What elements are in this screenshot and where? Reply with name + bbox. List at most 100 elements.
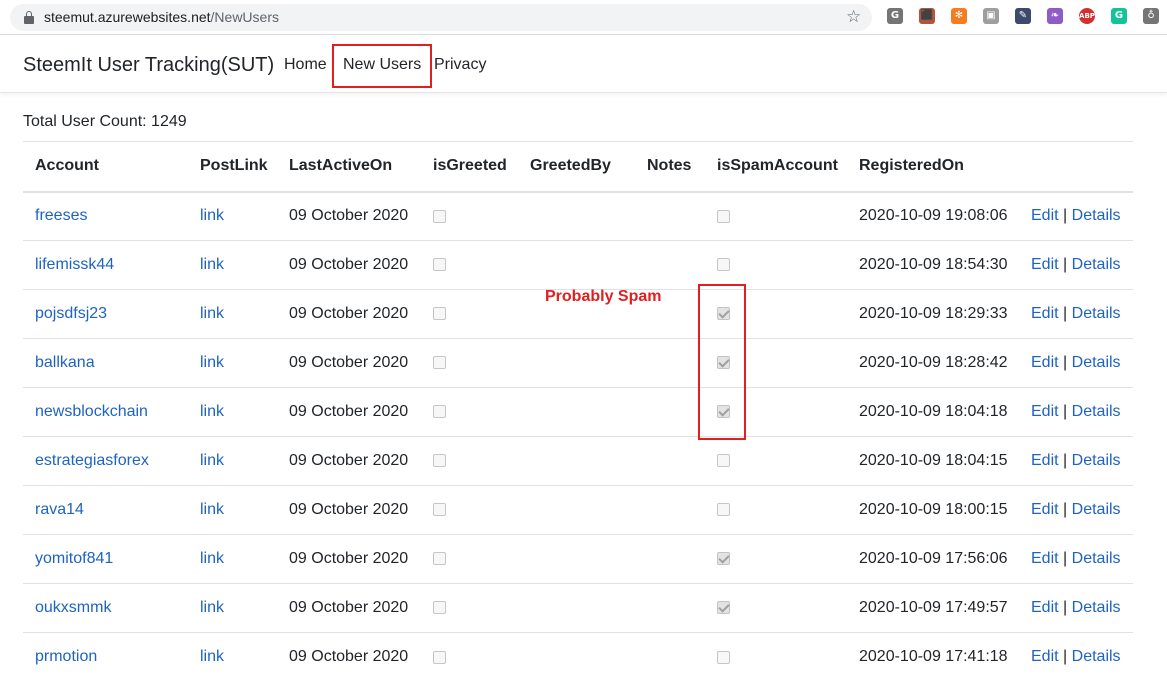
is-spam-checkbox	[717, 258, 730, 272]
edit-link[interactable]: Edit	[1031, 452, 1059, 469]
account-link[interactable]: pojsdfsj23	[35, 305, 107, 322]
table-header-row: Account PostLink LastActiveOn isGreeted …	[23, 141, 1133, 193]
cell-notes	[635, 534, 705, 584]
screen-icon[interactable]: ▣	[983, 8, 999, 24]
edit-link[interactable]: Edit	[1031, 599, 1059, 616]
account-link[interactable]: newsblockchain	[35, 403, 148, 420]
brand-link[interactable]: SteemIt User Tracking(SUT)	[23, 54, 274, 77]
action-separator: |	[1063, 648, 1068, 666]
post-link[interactable]: link	[200, 403, 224, 420]
cell-registered-on: 2020-10-09 19:08:06	[859, 207, 1008, 225]
edit-link[interactable]: Edit	[1031, 256, 1059, 273]
cell-is-greeted	[421, 485, 518, 535]
edit-link[interactable]: Edit	[1031, 550, 1059, 567]
cell-registered-on: 2020-10-09 17:41:18	[847, 632, 1019, 681]
details-link[interactable]: Details	[1072, 256, 1121, 273]
cell-greeted-by	[518, 534, 635, 584]
details-link[interactable]: Details	[1072, 305, 1121, 322]
is-spam-checkbox	[717, 209, 730, 223]
action-separator: |	[1063, 403, 1068, 420]
pdf-icon[interactable]: ⬛	[919, 8, 935, 24]
cell-is-greeted	[421, 338, 518, 388]
header-isgreeted: isGreeted	[421, 141, 518, 193]
bulb-icon[interactable]: ♁	[1143, 8, 1159, 24]
cell-notes	[635, 338, 705, 388]
orange-circle-icon[interactable]: ✻	[951, 8, 967, 24]
edit-link[interactable]: Edit	[1031, 305, 1059, 322]
grammarly-icon[interactable]: G	[1111, 8, 1127, 24]
post-link[interactable]: link	[200, 648, 224, 665]
total-user-count: Total User Count: 1249	[23, 113, 187, 130]
edit-link[interactable]: Edit	[1031, 354, 1059, 371]
header-isspamaccount: isSpamAccount	[705, 141, 847, 193]
nav-home[interactable]: Home	[284, 56, 327, 74]
account-link[interactable]: estrategiasforex	[35, 452, 149, 469]
details-link[interactable]: Details	[1072, 550, 1121, 567]
cell-postlink: link	[188, 192, 277, 241]
cell-is-greeted	[421, 240, 518, 290]
post-link[interactable]: link	[200, 599, 224, 616]
header-greetedby: GreetedBy	[518, 141, 635, 193]
cell-actions: Edit | Details	[1019, 338, 1133, 388]
action-separator: |	[1063, 354, 1068, 371]
lock-icon[interactable]	[24, 11, 34, 24]
action-separator: |	[1063, 550, 1068, 567]
cell-postlink: link	[188, 534, 277, 584]
post-link[interactable]: link	[200, 550, 224, 567]
bookmark-star-icon[interactable]: ☆	[846, 7, 861, 27]
post-link[interactable]: link	[200, 207, 224, 224]
cell-is-greeted	[421, 534, 518, 584]
cell-is-greeted	[421, 387, 518, 437]
account-link[interactable]: lifemissk44	[35, 256, 114, 273]
cell-registered-on: 2020-10-09 18:29:33	[847, 289, 1019, 339]
account-link[interactable]: freeses	[35, 207, 87, 224]
account-link[interactable]: ballkana	[35, 354, 95, 371]
is-greeted-checkbox	[433, 258, 446, 272]
g-extension-icon[interactable]: G	[887, 8, 903, 24]
details-link[interactable]: Details	[1072, 452, 1121, 469]
cell-greeted-by	[518, 192, 635, 241]
account-link[interactable]: oukxsmmk	[35, 599, 111, 616]
edit-link[interactable]: Edit	[1031, 501, 1059, 518]
post-link[interactable]: link	[200, 501, 224, 518]
is-greeted-checkbox	[433, 307, 446, 321]
post-link[interactable]: link	[200, 305, 224, 322]
is-spam-checkbox	[717, 552, 730, 566]
cell-last-active: 09 October 2020	[277, 387, 421, 437]
adblock-icon[interactable]: ABP	[1079, 8, 1095, 24]
cell-registered-on: 2020-10-09 18:54:30	[847, 240, 1019, 290]
address-bar[interactable]: steemut.azurewebsites.net/NewUsers ☆	[10, 4, 872, 31]
details-link[interactable]: Details	[1072, 403, 1121, 420]
account-link[interactable]: prmotion	[35, 648, 97, 665]
cell-postlink: link	[188, 485, 277, 535]
cell-notes	[635, 192, 705, 241]
table-row: lifemissk44 link 09 October 2020 2020-10-09…	[23, 240, 1133, 290]
details-link[interactable]: Details	[1072, 648, 1121, 665]
account-link[interactable]: yomitof841	[35, 550, 113, 567]
post-link[interactable]: link	[200, 256, 224, 273]
account-link[interactable]: rava14	[35, 501, 84, 518]
cell-notes	[635, 436, 705, 486]
details-link[interactable]: Details	[1072, 354, 1121, 371]
url-text[interactable]: steemut.azurewebsites.net/NewUsers	[44, 9, 279, 26]
table-row: ballkana link 09 October 2020 2020-10-09 18…	[23, 338, 1133, 388]
cell-last-active: 09 October 2020	[277, 240, 421, 290]
post-link[interactable]: link	[200, 354, 224, 371]
edit-link[interactable]: Edit	[1031, 648, 1059, 665]
is-greeted-checkbox	[433, 356, 446, 370]
is-greeted-checkbox	[433, 552, 446, 566]
edit-link[interactable]: Edit	[1031, 207, 1059, 224]
edit-link[interactable]: Edit	[1031, 403, 1059, 420]
cell-postlink: link	[188, 387, 277, 437]
details-link[interactable]: Details	[1072, 599, 1121, 616]
cell-last-active: 09 October 2020	[277, 534, 421, 584]
cell-last-active: 09 October 2020	[289, 207, 409, 225]
details-link[interactable]: Details	[1072, 207, 1121, 224]
cell-notes	[635, 240, 705, 290]
eyedropper-icon[interactable]: ✎	[1015, 8, 1031, 24]
cell-actions: Edit | Details	[1019, 583, 1133, 633]
details-link[interactable]: Details	[1072, 501, 1121, 518]
feather-icon[interactable]: ❧	[1047, 8, 1063, 24]
post-link[interactable]: link	[200, 452, 224, 469]
nav-privacy[interactable]: Privacy	[434, 56, 486, 74]
